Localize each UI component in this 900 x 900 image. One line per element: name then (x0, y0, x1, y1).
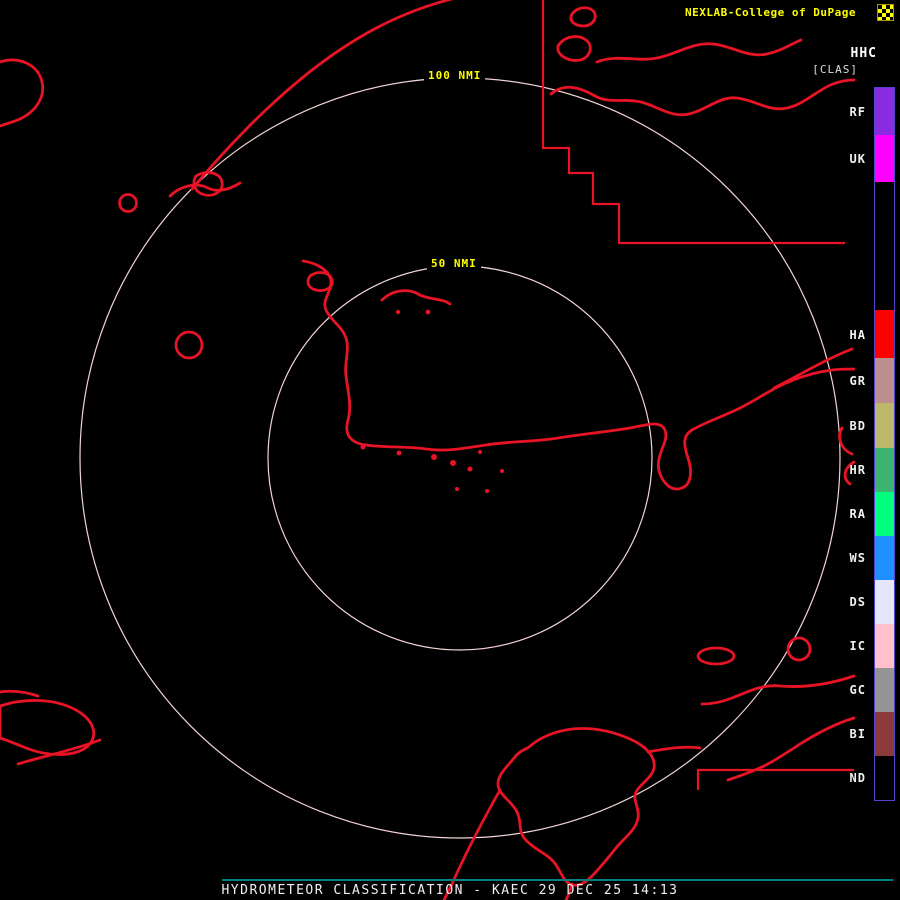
legend-label-ra: RA (849, 507, 866, 521)
legend-swatch-ha (875, 310, 894, 358)
legend-label-ic: IC (849, 639, 866, 653)
range-ring-outer (79, 77, 841, 839)
legend-label-ws: WS (849, 551, 866, 565)
legend-label-gc: GC (849, 683, 866, 697)
coastline-paths (0, 0, 856, 900)
radar-map-svg (0, 0, 856, 900)
legend-label-hr: HR (849, 463, 866, 477)
legend-label-gr: GR (849, 374, 866, 388)
legend-label-nd: ND (849, 771, 866, 785)
legend-swatch-ic (875, 624, 894, 668)
legend-swatch-ra (875, 492, 894, 536)
range-rings (79, 77, 841, 839)
status-text: HYDROMETEOR CLASSIFICATION - KAEC 29 DEC… (221, 883, 679, 898)
legend-label-uk: UK (849, 152, 866, 166)
legend-swatch-ws (875, 536, 894, 580)
legend-label-bd: BD (849, 419, 866, 433)
legend-label-rf: RF (849, 105, 866, 119)
legend-label-ds: DS (849, 595, 866, 609)
outer-ring-label: 100 NMI (424, 68, 486, 83)
legend-swatch-bi (875, 712, 894, 756)
status-rule (222, 879, 893, 881)
radar-display: 100 NMI 50 NMI NEXLAB-College of DuPage … (0, 0, 900, 900)
legend-swatch-hr (875, 448, 894, 492)
legend-swatch-gc (875, 668, 894, 712)
product-code: HHC (850, 46, 877, 61)
legend-swatch-rf (875, 88, 894, 135)
legend-swatch-gap (875, 182, 894, 310)
legend-colorbar (874, 87, 895, 801)
range-ring-inner (267, 265, 653, 651)
inner-ring-label: 50 NMI (427, 256, 481, 271)
brand-text: NEXLAB-College of DuPage (685, 6, 856, 19)
classification-tag: [CLAS] (812, 63, 858, 76)
legend-swatch-uk (875, 135, 894, 182)
legend-swatch-nd (875, 756, 894, 800)
brand-flag-icon (877, 4, 894, 21)
legend-label-bi: BI (849, 727, 866, 741)
legend-label-ha: HA (849, 328, 866, 342)
legend-swatch-ds (875, 580, 894, 624)
legend-swatch-gr (875, 358, 894, 403)
legend-swatch-bd (875, 403, 894, 448)
